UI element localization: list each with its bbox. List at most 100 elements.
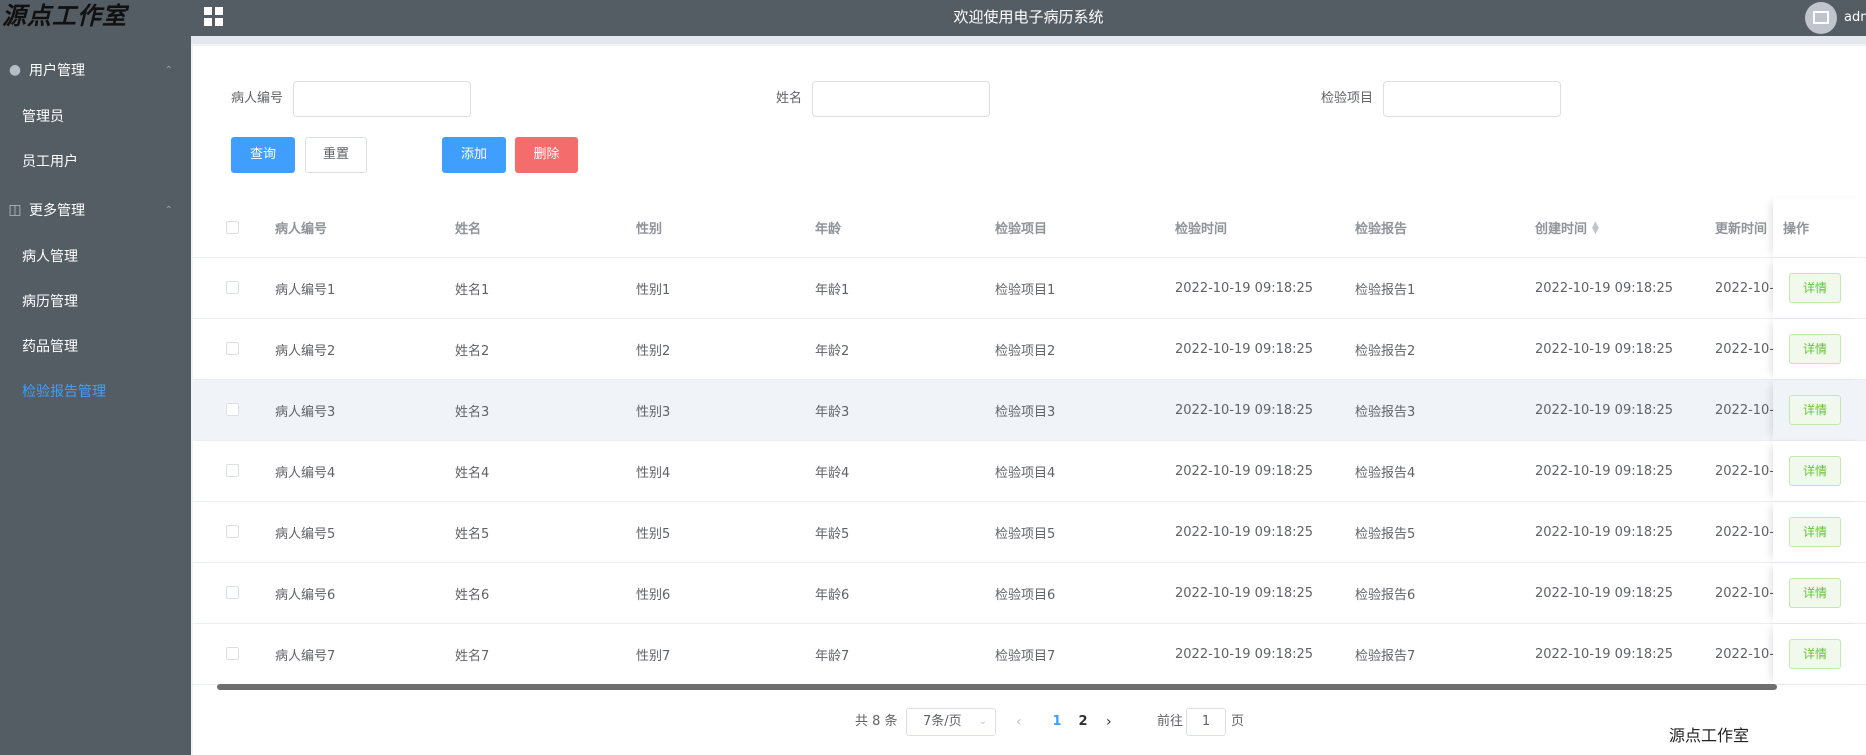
column-header-test-item: 检验项目 [995,222,1048,237]
cell-gender: 性别7 [636,648,671,664]
cell-gender: 性别6 [636,587,671,603]
cell-gender: 性别3 [636,404,671,420]
prev-page-icon[interactable]: ‹ [1016,708,1022,736]
page-size-select[interactable]: 7条/页 ⌄ [906,708,996,736]
detail-button[interactable]: 详情 [1789,517,1841,547]
header-title: 欢迎使用电子病历系统 [953,8,1104,26]
cell-test-item: 检验项目3 [995,404,1056,420]
reset-button[interactable]: 重置 [305,137,367,173]
detail-button[interactable]: 详情 [1789,578,1841,608]
row-checkbox[interactable] [226,586,239,599]
detail-button[interactable]: 详情 [1789,456,1841,486]
table-row[interactable]: 病人编号4 姓名4 性别4 年龄4 检验项目4 2022-10-19 09:18:25 检验… [193,441,1866,502]
sidebar-item-patients[interactable]: 病人管理 [0,235,191,279]
sidebar-item-staff-users[interactable]: 员工用户 [0,140,191,184]
table-row[interactable]: 病人编号2 姓名2 性别2 年龄2 检验项目2 2022-10-19 09:18:25 检验… [193,319,1866,380]
column-header-created-time[interactable]: 创建时间 ▲ ▼ [1535,198,1599,257]
chevron-up-icon: ⌃ [164,64,173,76]
cell-patient-id: 病人编号1 [275,282,336,298]
fixed-action-cell: 详情 [1773,258,1866,318]
sort-icon[interactable]: ▲ ▼ [1592,220,1599,235]
row-checkbox[interactable] [226,342,239,355]
watermark-bottom: 源点工作室qq1939239057 [1669,726,1791,755]
cell-created-time: 2022-10-19 09:18:25 [1535,341,1674,357]
page-number-1[interactable]: 1 [1047,708,1067,736]
delete-button[interactable]: 删除 [515,137,578,173]
page-number-2[interactable]: 2 [1073,708,1093,736]
cell-test-report: 检验报告6 [1355,587,1416,603]
user-icon: ● [8,62,22,78]
detail-button[interactable]: 详情 [1789,334,1841,364]
cell-name: 姓名6 [455,587,490,603]
sidebar-item-medical-records[interactable]: 病历管理 [0,280,191,324]
copy-icon: ◫ [8,202,22,218]
cell-created-time: 2022-10-19 09:18:25 [1535,402,1674,418]
cell-patient-id: 病人编号5 [275,526,336,542]
app-root: ● 用户管理 ⌃ 管理员 员工用户 ◫ 更多管理 ⌃ 病人管理 病历管理 药品管… [0,0,1866,755]
avatar[interactable] [1805,2,1837,34]
chevron-up-icon: ⌃ [164,204,173,216]
cell-gender: 性别2 [636,343,671,359]
horizontal-scrollbar[interactable] [217,684,1777,690]
fixed-action-cell: 详情 [1773,319,1866,379]
select-all-checkbox[interactable] [226,220,239,234]
query-button[interactable]: 查询 [231,137,295,173]
cell-age: 年龄3 [815,404,850,420]
cell-created-time: 2022-10-19 09:18:25 [1535,524,1674,540]
top-header: 欢迎使用电子病历系统 adm [191,0,1866,36]
sidebar-group-user-management[interactable]: ● 用户管理 ⌃ [0,45,191,95]
cell-test-report: 检验报告5 [1355,526,1416,542]
sidebar-group-more-management[interactable]: ◫ 更多管理 ⌃ [0,185,191,235]
cell-name: 姓名1 [455,282,490,298]
row-checkbox[interactable] [226,464,239,477]
cell-patient-id: 病人编号7 [275,648,336,664]
cell-created-time: 2022-10-19 09:18:25 [1535,646,1674,662]
pagination-total: 共 8 条 [855,714,898,729]
column-header-label: 创建时间 [1535,222,1588,237]
cell-age: 年龄1 [815,282,850,298]
test-item-input[interactable] [1383,81,1561,117]
row-checkbox[interactable] [226,281,239,294]
cell-age: 年龄4 [815,465,850,481]
next-page-icon[interactable]: › [1106,708,1112,736]
sidebar-group-label: 用户管理 [29,63,85,79]
sidebar-group-label: 更多管理 [29,203,85,219]
row-checkbox[interactable] [226,525,239,538]
column-header-gender: 性别 [636,222,663,237]
row-checkbox[interactable] [226,647,239,660]
table-row[interactable]: 病人编号7 姓名7 性别7 年龄7 检验项目7 2022-10-19 09:18:25 检验… [193,624,1866,685]
sidebar-item-drugs[interactable]: 药品管理 [0,325,191,369]
goto-page-input[interactable]: 1 [1186,708,1226,736]
user-name[interactable]: adm [1844,0,1866,36]
search-label-test-item: 检验项目 [1321,91,1374,106]
column-header-test-time: 检验时间 [1175,222,1228,237]
cell-test-report: 检验报告1 [1355,282,1416,298]
goto-prefix: 前往 [1157,714,1184,729]
sidebar-item-admin[interactable]: 管理员 [0,95,191,139]
cell-age: 年龄2 [815,343,850,359]
sidebar-item-lab-reports[interactable]: 检验报告管理 [0,370,191,414]
cell-test-time: 2022-10-19 09:18:25 [1175,524,1314,540]
table-header: 病人编号 姓名 性别 年龄 检验项目 检验时间 检验报告 创建时间 ▲ ▼ 更新时… [193,198,1866,258]
table-row[interactable]: 病人编号3 姓名3 性别3 年龄3 检验项目3 2022-10-19 09:18:25 检验… [193,380,1866,441]
add-button[interactable]: 添加 [442,137,506,173]
cell-age: 年龄6 [815,587,850,603]
cell-test-time: 2022-10-19 09:18:25 [1175,280,1314,296]
patient-id-input[interactable] [293,81,471,117]
fixed-action-cell: 详情 [1773,563,1866,623]
table-row[interactable]: 病人编号6 姓名6 性别6 年龄6 检验项目6 2022-10-19 09:18:25 检验… [193,563,1866,624]
row-checkbox[interactable] [226,403,239,416]
fixed-action-column-header: 操作 [1773,198,1866,257]
cell-test-time: 2022-10-19 09:18:25 [1175,402,1314,418]
cell-test-time: 2022-10-19 09:18:25 [1175,585,1314,601]
detail-button[interactable]: 详情 [1789,639,1841,669]
table-row[interactable]: 病人编号5 姓名5 性别5 年龄5 检验项目5 2022-10-19 09:18:25 检验… [193,502,1866,563]
image-icon [1813,11,1829,24]
table-row[interactable]: 病人编号1 姓名1 性别1 年龄1 检验项目1 2022-10-19 09:18:25 检验… [193,258,1866,319]
chevron-down-icon: ⌄ [978,716,987,727]
cell-name: 姓名3 [455,404,490,420]
detail-button[interactable]: 详情 [1789,395,1841,425]
detail-button[interactable]: 详情 [1789,273,1841,303]
cell-test-item: 检验项目7 [995,648,1056,664]
name-input[interactable] [812,81,990,117]
